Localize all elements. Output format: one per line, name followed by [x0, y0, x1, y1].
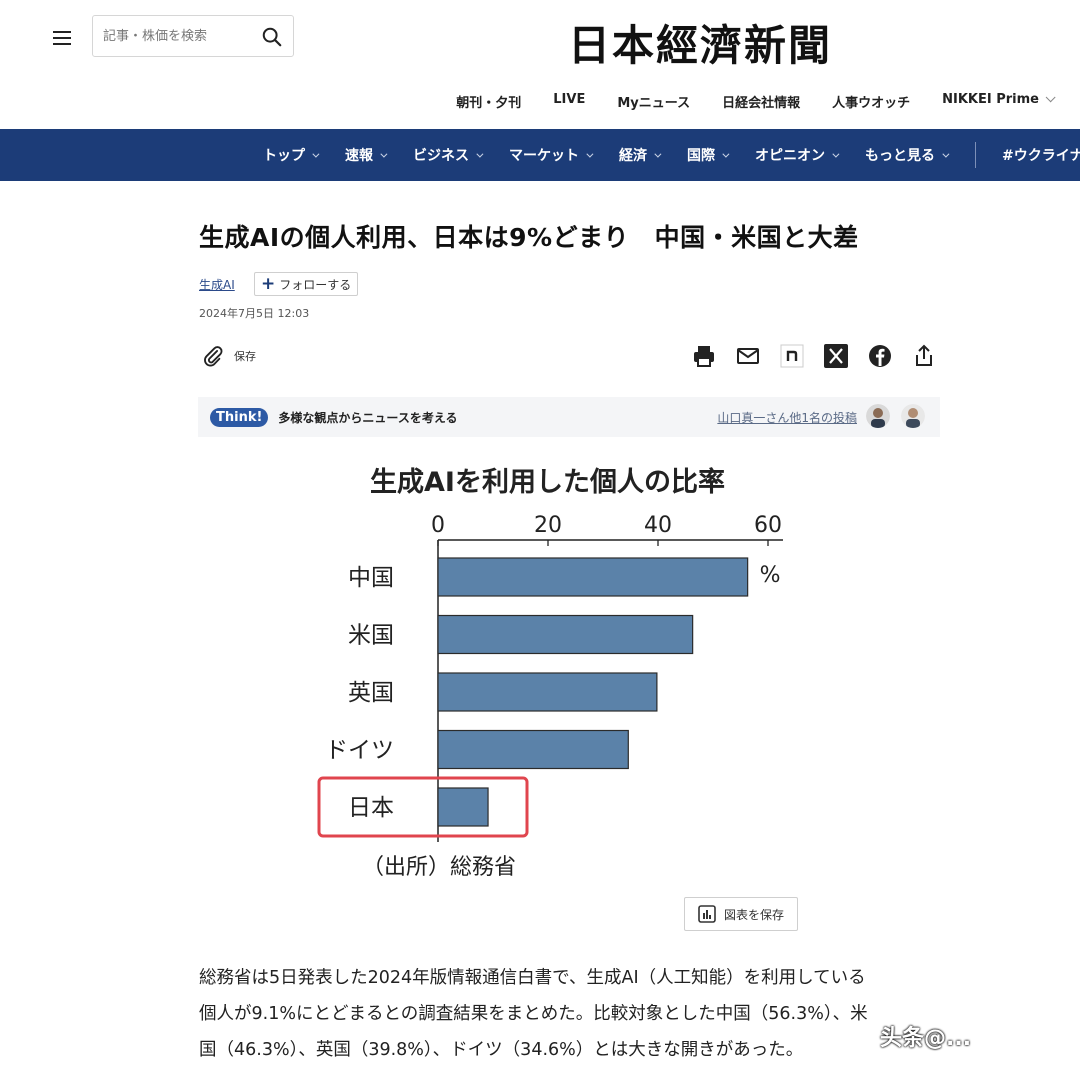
- save-chart-button[interactable]: 図表を保存: [684, 897, 798, 931]
- body-line: 総務省は5日発表した2024年版情報通信白書で、生成AI（人工知能）を利用してい…: [199, 968, 866, 988]
- think-banner[interactable]: Think! 多様な観点からニュースを考える 山口真一さん他1名の投稿: [198, 397, 940, 437]
- facebook-icon: [869, 345, 891, 367]
- hamburger-menu-button[interactable]: [42, 18, 82, 58]
- source-note: （出所）総務省: [362, 855, 516, 880]
- chevron-down-icon: [1045, 92, 1056, 103]
- body-line: 個人が9.1%にとどまるとの調査結果をまとめた。比較対象とした中国（56.3%）…: [199, 1004, 868, 1024]
- note-share-button[interactable]: [780, 344, 804, 368]
- topic-link[interactable]: 生成AI: [199, 276, 235, 293]
- save-chart-label: 図表を保存: [723, 907, 784, 922]
- category-label: 英国: [348, 680, 394, 706]
- print-icon: [694, 346, 714, 367]
- follow-label: フォローする: [279, 277, 352, 292]
- follow-button[interactable]: + フォローする: [254, 272, 359, 296]
- save-label: 保存: [234, 350, 256, 363]
- chevron-down-icon: [380, 150, 388, 158]
- note-icon: [780, 344, 804, 368]
- nav-divider: [975, 142, 976, 168]
- chevron-down-icon: [654, 150, 662, 158]
- nav-item-breaking[interactable]: 速報: [345, 145, 388, 165]
- search-box: [92, 15, 294, 57]
- nav-label: 国際: [687, 148, 715, 164]
- nav-item-international[interactable]: 国際: [687, 145, 730, 165]
- x-tick-label: 0: [431, 513, 445, 538]
- menu-icon: [53, 31, 71, 45]
- nav-label: マーケット: [509, 148, 579, 164]
- chevron-down-icon: [586, 150, 594, 158]
- nav-label: 速報: [345, 148, 373, 164]
- nav-item-business[interactable]: ビジネス: [413, 145, 484, 165]
- bar-4: [437, 729, 629, 770]
- bar-1: [437, 557, 749, 597]
- article-headline: 生成AIの個人利用、日本は9%どまり 中国・米国と大差: [199, 223, 859, 252]
- subnav-item-live[interactable]: LIVE: [553, 92, 585, 111]
- category-label: 中国: [348, 565, 394, 591]
- bar-3: [437, 672, 658, 712]
- email-share-button[interactable]: [736, 344, 760, 368]
- category-label: 日本: [348, 795, 394, 821]
- nav-label: オピニオン: [755, 148, 825, 164]
- facebook-share-button[interactable]: [868, 344, 892, 368]
- nikkei-prime-label: NIKKEI Prime: [942, 92, 1039, 107]
- nav-label: 経済: [619, 148, 647, 164]
- nav-item-ukraine-tag[interactable]: #ウクライナ: [1002, 145, 1080, 165]
- save-article-button[interactable]: 保存: [202, 345, 256, 367]
- x-tick-label: 60: [754, 513, 782, 538]
- chart-icon: [698, 905, 716, 923]
- bar-chart: 0 20 40 60 中国 % 米国英国ドイツ日本 （出所）総務省: [317, 513, 783, 880]
- subnav-item-personnel-watch[interactable]: 人事ウオッチ: [832, 92, 910, 111]
- print-button[interactable]: [692, 344, 716, 368]
- unit-label: %: [760, 563, 781, 588]
- avatar[interactable]: [866, 404, 890, 428]
- bar-2: [437, 614, 694, 655]
- subnav-item-my-news[interactable]: Myニュース: [617, 92, 690, 111]
- mail-icon: [737, 348, 759, 364]
- publish-date: 2024年7月5日 12:03: [199, 307, 310, 320]
- nav-label: トップ: [263, 148, 305, 164]
- category-label: ドイツ: [325, 738, 394, 764]
- watermark: 头条@...: [880, 1026, 972, 1051]
- think-badge: Think!: [210, 407, 269, 427]
- think-poster-link[interactable]: 山口真一さん他1名の投稿: [717, 409, 857, 426]
- x-tick-label: 40: [644, 513, 672, 538]
- chevron-down-icon: [942, 150, 950, 158]
- chevron-down-icon: [312, 150, 320, 158]
- chevron-down-icon: [722, 150, 730, 158]
- nav-item-top[interactable]: トップ: [263, 145, 320, 165]
- body-line: 国（46.3%）、英国（39.8%）、ドイツ（34.6%）とは大きな開きがあった…: [199, 1040, 804, 1060]
- nikkei-logo[interactable]: 日本經濟新聞: [568, 12, 832, 73]
- chevron-down-icon: [476, 150, 484, 158]
- nav-item-more[interactable]: もっと見る: [865, 145, 950, 165]
- main-navigation: トップ 速報 ビジネス マーケット 経済 国際 オピニオン もっと見る #ウクラ…: [0, 129, 1080, 181]
- paperclip-icon: [204, 346, 223, 367]
- nav-item-economy[interactable]: 経済: [619, 145, 662, 165]
- category-label: 米国: [348, 623, 394, 649]
- x-tick-label: 20: [534, 513, 562, 538]
- subnav-item-morning-evening[interactable]: 朝刊・夕刊: [456, 92, 521, 111]
- chevron-down-icon: [832, 150, 840, 158]
- think-description: 多様な観点からニュースを考える: [278, 410, 458, 425]
- article-body: 総務省は5日発表した2024年版情報通信白書で、生成AI（人工知能）を利用してい…: [199, 960, 939, 1068]
- share-toolbar: [692, 344, 936, 368]
- x-share-button[interactable]: [824, 344, 848, 368]
- search-icon[interactable]: [261, 26, 283, 48]
- subnav-item-nikkei-prime[interactable]: NIKKEI Prime: [942, 92, 1056, 111]
- plus-icon: +: [261, 273, 276, 294]
- nav-item-opinion[interactable]: オピニオン: [755, 145, 840, 165]
- chart-title: 生成AIを利用した個人の比率: [370, 467, 725, 498]
- sub-navigation: 朝刊・夕刊 LIVE Myニュース 日経会社情報 人事ウオッチ NIKKEI P…: [456, 92, 1056, 111]
- avatar[interactable]: [901, 404, 925, 428]
- search-input[interactable]: [93, 16, 253, 56]
- bar-5: [437, 787, 489, 827]
- x-logo-icon: [824, 344, 848, 368]
- subnav-item-company-info[interactable]: 日経会社情報: [722, 92, 800, 111]
- share-button[interactable]: [912, 344, 936, 368]
- nav-item-market[interactable]: マーケット: [509, 145, 594, 165]
- nav-label: もっと見る: [865, 148, 935, 164]
- share-icon: [916, 344, 932, 366]
- nav-label: ビジネス: [413, 148, 469, 164]
